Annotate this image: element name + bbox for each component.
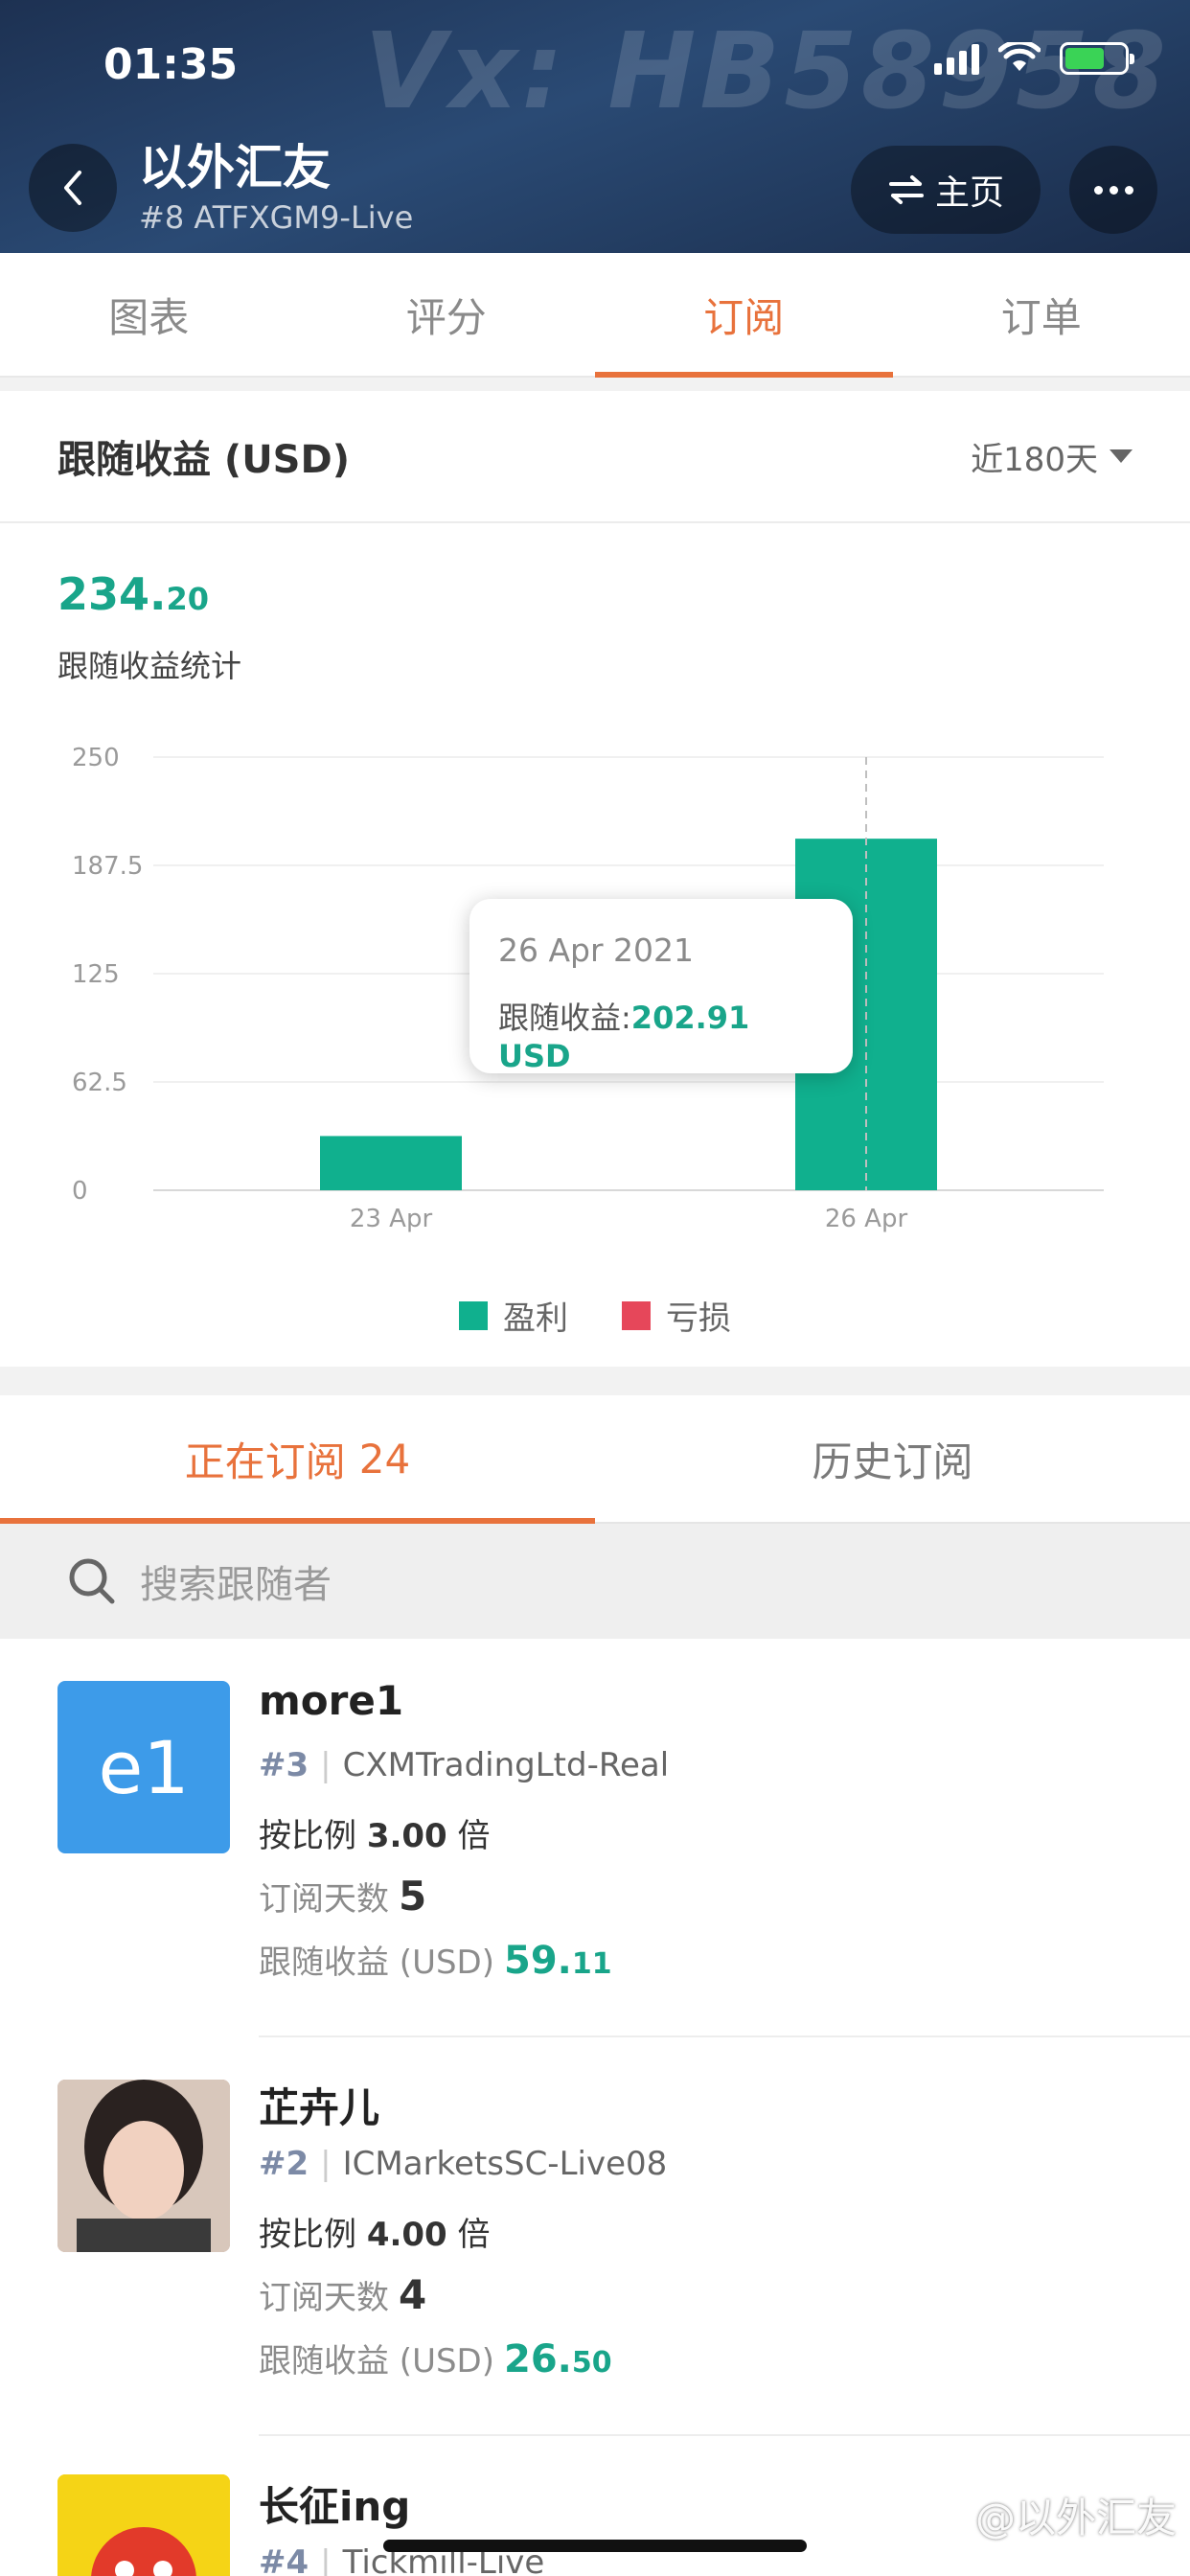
x-tick-label: 23 Apr — [350, 1205, 433, 1233]
home-indicator[interactable] — [383, 2540, 807, 2552]
follower-name: more1 — [259, 1677, 404, 1724]
y-tick-label: 187.5 — [72, 852, 143, 881]
legend-loss-swatch — [622, 1300, 651, 1330]
legend-profit[interactable]: 盈利 — [459, 1292, 568, 1339]
status-time: 01:35 — [103, 40, 239, 89]
follower-broker-name: CXMTradingLtd-Real — [342, 1746, 670, 1784]
follower-ratio: 按比例 3.00 倍 — [259, 1817, 491, 1855]
follower-earnings: 跟随收益 (USD) 59.11 — [259, 1939, 612, 1983]
total-earnings-label: 跟随收益统计 — [57, 648, 242, 684]
earnings-card: 跟随收益 (USD) 近180天 234.20 跟随收益统计 250 187.5 1… — [0, 391, 1190, 1367]
swap-arrows-icon — [888, 175, 924, 204]
tab-subscribe[interactable]: 订阅 — [595, 253, 893, 378]
follower-rank: #4 — [259, 2543, 309, 2576]
chevron-left-icon — [64, 171, 81, 205]
follower-broker: #3 | CXMTradingLtd-Real — [259, 1746, 670, 1784]
search-icon — [69, 1558, 115, 1604]
caret-down-icon — [1110, 449, 1133, 463]
app-header: Vx: HB58958 01:35 以外汇友 #8 ATFXGM9-Live 主… — [0, 0, 1190, 253]
total-earnings: 234.20 — [57, 568, 209, 620]
tab-current-subscriptions[interactable]: 正在订阅 24 — [0, 1395, 595, 1524]
total-earnings-int: 234. — [57, 568, 167, 620]
cellular-signal-icon — [934, 42, 979, 75]
list-divider — [259, 2036, 1190, 2037]
account-subtitle: #8 ATFXGM9-Live — [139, 199, 414, 236]
tooltip-date: 26 Apr 2021 — [498, 932, 695, 969]
x-tick-label: 26 Apr — [825, 1205, 908, 1233]
battery-icon — [1060, 42, 1134, 75]
follower-name: 芷卉儿 — [259, 2084, 380, 2131]
y-tick-label: 62.5 — [72, 1069, 127, 1097]
page-title: 以外汇友 — [139, 140, 331, 196]
search-placeholder: 搜索跟随者 — [140, 1563, 332, 1607]
legend-loss-label: 亏损 — [666, 1300, 731, 1338]
followers-list: e1 more1 #3 | CXMTradingLtd-Real 按比例 3.00 … — [0, 1639, 1190, 2576]
period-selector[interactable]: 近180天 — [971, 433, 1133, 480]
legend-profit-label: 盈利 — [503, 1300, 568, 1338]
follower-broker-name: ICMarketsSC-Live08 — [342, 2145, 668, 2183]
follower-rank: #3 — [259, 1746, 309, 1784]
avatar: e1 — [57, 1681, 230, 1853]
bottom-watermark: @以外汇友 — [974, 2495, 1177, 2542]
main-tabs: 图表 评分 订阅 订单 — [0, 253, 1190, 378]
avatar — [57, 2080, 230, 2252]
follower-days: 订阅天数 4 — [259, 2271, 427, 2318]
earnings-title: 跟随收益 (USD) — [57, 438, 350, 482]
period-label: 近180天 — [971, 440, 1098, 479]
home-button-label: 主页 — [934, 173, 1004, 213]
legend-profit-swatch — [459, 1300, 488, 1330]
legend-loss[interactable]: 亏损 — [622, 1292, 731, 1339]
avatar — [57, 2474, 230, 2576]
current-subscriptions-count: 24 — [358, 1435, 411, 1483]
y-tick-label: 250 — [72, 744, 120, 772]
back-button[interactable] — [29, 144, 117, 232]
tooltip-label: 跟随收益: — [498, 1000, 631, 1036]
follower-days: 订阅天数 5 — [259, 1873, 427, 1920]
wifi-icon — [998, 42, 1041, 71]
tab-rating[interactable]: 评分 — [298, 253, 596, 376]
bar — [320, 1136, 462, 1190]
chart-legend: 盈利 亏损 — [0, 1292, 1190, 1339]
list-divider — [259, 2434, 1190, 2436]
follower-ratio: 按比例 4.00 倍 — [259, 2216, 491, 2254]
more-options-button[interactable] — [1069, 146, 1157, 234]
home-button[interactable]: 主页 — [851, 146, 1041, 234]
y-tick-label: 0 — [72, 1177, 88, 1206]
follower-rank: #2 — [259, 2145, 309, 2183]
current-subscriptions-label: 正在订阅 — [184, 1438, 346, 1485]
tab-chart[interactable]: 图表 — [0, 253, 298, 376]
cartoon-avatar-icon — [57, 2474, 230, 2576]
follower-broker: #2 | ICMarketsSC-Live08 — [259, 2145, 668, 2183]
y-tick-label: 125 — [72, 960, 120, 989]
subscription-tabs: 正在订阅 24 历史订阅 — [0, 1395, 1190, 1524]
person-photo-icon — [57, 2080, 230, 2252]
status-icons — [934, 42, 1134, 75]
follower-search[interactable]: 搜索跟随者 — [0, 1524, 1190, 1639]
tab-orders[interactable]: 订单 — [893, 253, 1190, 376]
chart-tooltip: 26 Apr 2021 跟随收益:202.91 USD — [469, 899, 853, 1074]
follower-earnings: 跟随收益 (USD) 26.50 — [259, 2337, 612, 2381]
follower-name: 长征ing — [259, 2483, 411, 2530]
tab-history-subscriptions[interactable]: 历史订阅 — [595, 1395, 1190, 1522]
total-earnings-dec: 20 — [166, 581, 210, 617]
